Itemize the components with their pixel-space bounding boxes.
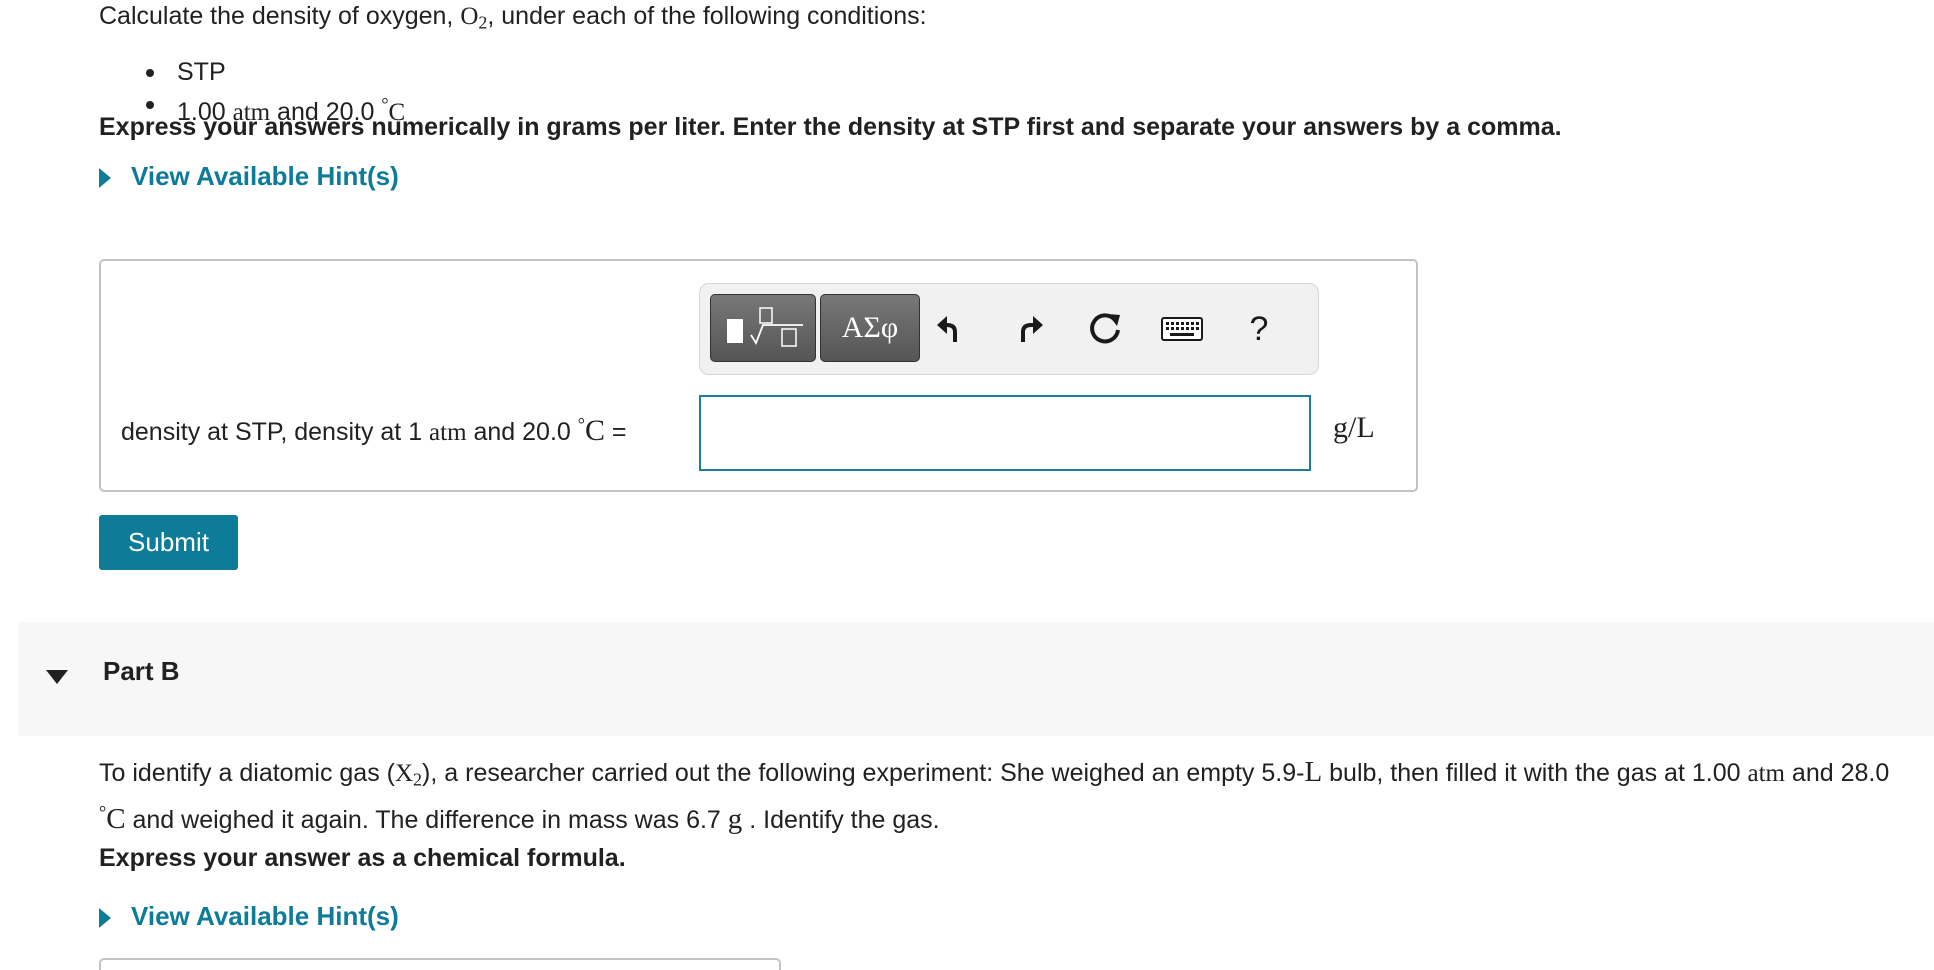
reset-icon [1090,313,1120,344]
hint-label: View Available Hint(s) [131,161,399,191]
symbols-label: ΑΣφ [841,311,899,344]
undo-icon [937,316,957,342]
help-button[interactable]: ? [1232,302,1286,356]
label-temp-unit: C [584,413,605,447]
part-a-prompt: Calculate the density of oxygen, O2, und… [99,0,927,39]
prompt-text-pre: Calculate the density of oxygen, [99,2,461,30]
problem-text: ), a researcher carried out the followin… [422,759,1305,787]
fraction-sqrt-template-icon [727,307,803,347]
math-toolbar: ΑΣφ ? [699,283,1319,375]
answer-unit: g/L [1333,411,1375,444]
problem-text: and weighed it again. The difference in … [125,805,728,834]
mass-unit: g [727,802,743,835]
equals-sign: = [604,417,627,446]
formula-letter: X [394,760,414,787]
redo-button[interactable] [1001,302,1055,356]
pressure-unit: atm [1747,760,1785,787]
temp-unit: C [106,802,126,835]
volume-unit: L [1304,756,1323,788]
part-b-problem: To identify a diatomic gas (X2), a resea… [99,756,1899,835]
formula-letter: O [460,3,479,30]
label-pressure-unit: atm [429,418,467,446]
collapse-caret-icon [46,670,68,684]
part-b-answer-box [99,958,781,970]
density-answer-input[interactable] [699,395,1311,471]
degree-symbol: ° [577,414,585,434]
gas-formula: X2 [394,760,423,790]
part-b-hint-link[interactable]: View Available Hint(s) [99,899,399,933]
condition-item: STP [134,56,405,88]
submit-button[interactable]: Submit [99,515,238,570]
problem-text: To identify a diatomic gas ( [99,759,395,787]
label-temp-value: and 20.0 [466,417,578,446]
part-a-instruction: Express your answers numerically in gram… [99,113,1562,141]
symbols-button[interactable]: ΑΣφ [820,294,920,362]
page: Calculate the density of oxygen, O2, und… [0,0,1934,970]
condition-stp: STP [177,58,226,86]
part-b-instruction: Express your answer as a chemical formul… [99,844,626,872]
hint-label: View Available Hint(s) [131,901,399,931]
part-a-answer-box: ΑΣφ ? density at STP, density at 1 atm a… [99,259,1418,492]
templates-button[interactable] [710,294,816,362]
oxygen-formula: O2 [460,3,487,33]
prompt-text-post: , under each of the following conditions… [487,2,927,30]
keyboard-icon [1161,317,1203,341]
part-b-header[interactable]: Part B [18,622,1934,736]
problem-text: . Identify the gas. [742,805,940,834]
problem-text: and 28.0 [1784,759,1890,787]
answer-field-label: density at STP, density at 1 atm and 20.… [121,407,627,450]
help-label: ? [1249,309,1269,348]
label-text-pre: density at STP, density at 1 [121,417,430,446]
part-a-hint-link[interactable]: View Available Hint(s) [99,159,399,193]
expand-arrow-icon [99,168,111,188]
reset-button[interactable] [1078,302,1132,356]
expand-arrow-icon [99,908,111,928]
part-b-title: Part B [103,656,180,686]
formula-subscript: 2 [413,769,423,790]
keyboard-button[interactable] [1155,302,1209,356]
problem-text: bulb, then filled it with the gas at 1.0… [1322,759,1748,787]
undo-button[interactable] [925,302,979,356]
redo-icon [1021,316,1043,342]
